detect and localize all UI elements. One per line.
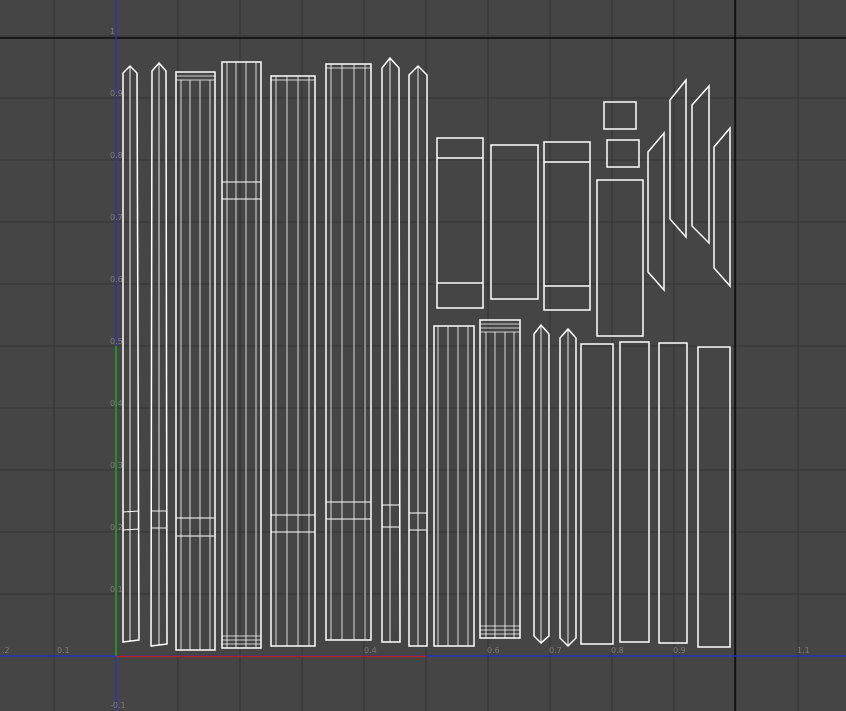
uv-island-panel-4[interactable] bbox=[596, 179, 644, 337]
uv-island-panel-3[interactable] bbox=[543, 141, 591, 311]
uv-editor-viewport[interactable]: .2 0.1 0.4 0.6 0.7 0.8 0.9 1.1 1 0.9 0.8… bbox=[0, 0, 846, 711]
uv-island-strip-1[interactable] bbox=[122, 64, 140, 643]
v-tick-label: 0.9 bbox=[110, 89, 123, 98]
v-tick-label: 0.5 bbox=[110, 337, 123, 346]
v-tick-label: 0.8 bbox=[110, 151, 123, 160]
v-tick-label: 0.1 bbox=[110, 585, 123, 594]
uv-island-strip-2[interactable] bbox=[150, 61, 168, 647]
uv-island-slanted-3[interactable] bbox=[691, 84, 710, 245]
uv-island-strip-4[interactable] bbox=[408, 64, 428, 647]
u-tick-label: 0.7 bbox=[549, 646, 562, 655]
v-tick-label: -0.1 bbox=[110, 701, 126, 710]
u-tick-label: 0.4 bbox=[364, 646, 377, 655]
u-tick-label: 0.1 bbox=[57, 646, 70, 655]
v-tick-label: 0.4 bbox=[110, 399, 123, 408]
u-tick-label: 1.1 bbox=[797, 646, 810, 655]
uv-island-rect-4[interactable] bbox=[697, 346, 731, 648]
uv-island-rect-3[interactable] bbox=[658, 342, 688, 644]
u-tick-label: .2 bbox=[2, 646, 10, 655]
uv-island-column-2[interactable] bbox=[221, 61, 262, 649]
uv-island-column-6[interactable] bbox=[479, 319, 521, 639]
uv-island-column-5[interactable] bbox=[433, 325, 475, 647]
uv-island-panel-1[interactable] bbox=[436, 137, 484, 309]
uv-island-strip-3[interactable] bbox=[381, 56, 401, 643]
uv-island-column-3[interactable] bbox=[270, 75, 316, 647]
v-tick-label: 0.7 bbox=[110, 213, 123, 222]
uv-island-rect-1[interactable] bbox=[580, 343, 614, 645]
u-tick-label: 0.6 bbox=[487, 646, 500, 655]
u-tick-label: 0.8 bbox=[611, 646, 624, 655]
uv-canvas[interactable]: .2 0.1 0.4 0.6 0.7 0.8 0.9 1.1 1 0.9 0.8… bbox=[0, 0, 846, 711]
uv-island-small-square-1[interactable] bbox=[603, 101, 637, 130]
uv-island-strip-5[interactable] bbox=[533, 323, 550, 645]
v-tick-label: 1 bbox=[110, 27, 115, 36]
v-tick-label: 0.3 bbox=[110, 461, 123, 470]
v-tick-label: 0.6 bbox=[110, 275, 123, 284]
uv-island-slanted-1[interactable] bbox=[647, 130, 665, 292]
uv-island-slanted-4[interactable] bbox=[713, 125, 731, 288]
v-tick-label: 0.2 bbox=[110, 523, 123, 532]
uv-island-rect-2[interactable] bbox=[619, 341, 650, 643]
u-tick-label: 0.9 bbox=[673, 646, 686, 655]
u-tick-labels: .2 0.1 0.4 0.6 0.7 0.8 0.9 1.1 bbox=[2, 646, 810, 655]
uv-island-slanted-2[interactable] bbox=[669, 77, 687, 239]
uv-islands[interactable] bbox=[122, 56, 731, 651]
uv-grid bbox=[0, 0, 846, 711]
uv-island-column-1[interactable] bbox=[175, 71, 216, 651]
uv-island-strip-6[interactable] bbox=[559, 327, 577, 648]
